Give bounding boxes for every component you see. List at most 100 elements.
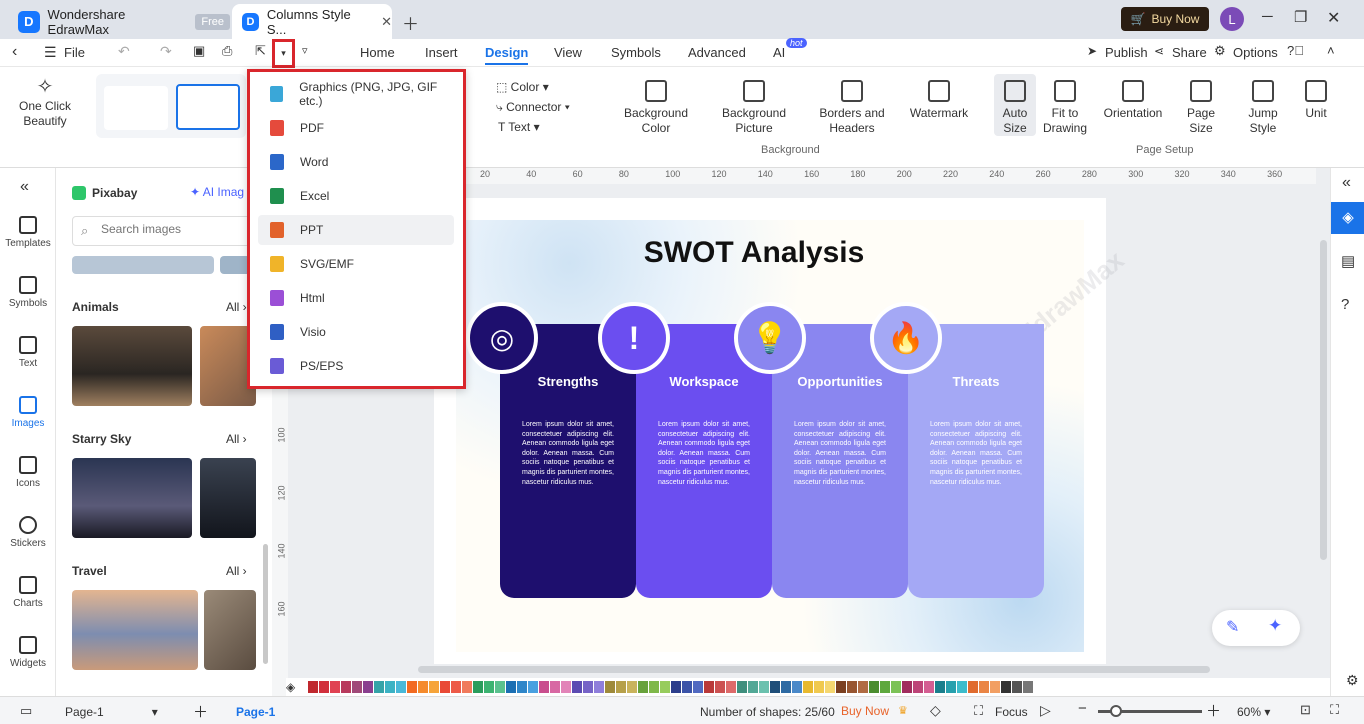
- color-swatch[interactable]: [440, 681, 450, 693]
- color-swatch[interactable]: [748, 681, 758, 693]
- buy-now-button[interactable]: 🛒 Buy Now: [1121, 7, 1209, 31]
- color-swatch[interactable]: [495, 681, 505, 693]
- color-swatch[interactable]: [616, 681, 626, 693]
- color-swatch[interactable]: [726, 681, 736, 693]
- document-tab[interactable]: D Columns Style S... ✕: [232, 4, 392, 39]
- new-tab-icon[interactable]: ＋: [402, 10, 419, 35]
- search-input[interactable]: [101, 222, 251, 236]
- color-swatch[interactable]: [374, 681, 384, 693]
- page-select[interactable]: Page-1 ▾: [65, 705, 158, 719]
- beautify-style-2[interactable]: [176, 84, 240, 130]
- color-swatch[interactable]: [671, 681, 681, 693]
- color-swatch[interactable]: [308, 681, 318, 693]
- color-swatch[interactable]: [968, 681, 978, 693]
- horizontal-scrollbar[interactable]: [418, 666, 1210, 673]
- save-icon[interactable]: ▣: [193, 43, 205, 59]
- rail-charts[interactable]: Charts: [0, 576, 56, 609]
- color-swatch[interactable]: [550, 681, 560, 693]
- see-all-travel[interactable]: All ›: [226, 564, 247, 578]
- lightbulb-icon[interactable]: 💡: [734, 302, 806, 374]
- color-swatch[interactable]: [396, 681, 406, 693]
- color-swatch[interactable]: [979, 681, 989, 693]
- image-thumbnail[interactable]: [72, 326, 192, 406]
- zoom-out-icon[interactable]: −: [1078, 700, 1087, 717]
- rail-symbols[interactable]: Symbols: [0, 276, 56, 309]
- print-icon[interactable]: ⎙: [222, 43, 232, 59]
- color-swatch[interactable]: [319, 681, 329, 693]
- watermark-button[interactable]: Watermark: [906, 80, 972, 121]
- export-icon[interactable]: ⇱: [255, 43, 266, 59]
- see-all-animals[interactable]: All ›: [226, 300, 247, 314]
- color-swatch[interactable]: [1012, 681, 1022, 693]
- minimize-icon[interactable]: ─: [1262, 8, 1273, 25]
- app-tab[interactable]: D Wondershare EdrawMax Free: [8, 4, 230, 39]
- menu-item-excel[interactable]: Excel: [258, 181, 454, 211]
- unit-button[interactable]: Unit: [1300, 80, 1332, 121]
- page-size-button[interactable]: Page Size: [1180, 80, 1222, 136]
- back-icon[interactable]: ‹: [12, 43, 17, 61]
- tab-advanced[interactable]: Advanced: [688, 45, 746, 60]
- color-swatch[interactable]: [935, 681, 945, 693]
- color-swatch[interactable]: [1001, 681, 1011, 693]
- exclamation-icon[interactable]: !: [598, 302, 670, 374]
- color-swatch[interactable]: [1023, 681, 1033, 693]
- panel-toggle-icon[interactable]: ▭: [20, 703, 32, 719]
- palette-settings-icon[interactable]: ⚙: [1346, 672, 1359, 689]
- color-swatch[interactable]: [528, 681, 538, 693]
- color-swatch[interactable]: [913, 681, 923, 693]
- help-icon[interactable]: ?⃝: [1287, 43, 1304, 58]
- see-all-starry-sky[interactable]: All ›: [226, 432, 247, 446]
- color-swatch[interactable]: [451, 681, 461, 693]
- layers-icon[interactable]: ◇: [930, 702, 941, 719]
- menu-item-visio[interactable]: Visio: [258, 317, 454, 347]
- color-swatch[interactable]: [737, 681, 747, 693]
- options-button[interactable]: Options: [1233, 45, 1278, 60]
- color-swatch[interactable]: [539, 681, 549, 693]
- color-swatch[interactable]: [759, 681, 769, 693]
- color-swatch[interactable]: [880, 681, 890, 693]
- color-swatch[interactable]: [330, 681, 340, 693]
- quick-access-more-icon[interactable]: ▿: [302, 44, 308, 57]
- background-picture-button[interactable]: Background Picture: [718, 80, 790, 136]
- zoom-slider-handle[interactable]: [1110, 705, 1122, 717]
- file-menu[interactable]: File: [64, 45, 85, 60]
- focus-button[interactable]: Focus: [995, 705, 1028, 719]
- menu-item-html[interactable]: Html: [258, 283, 454, 313]
- beautify-style-1[interactable]: [104, 86, 168, 130]
- menu-item-graphics[interactable]: Graphics (PNG, JPG, GIF etc.): [258, 79, 454, 109]
- fit-page-icon[interactable]: ⊡: [1300, 702, 1311, 718]
- rail-images[interactable]: Images: [0, 396, 56, 429]
- color-swatch[interactable]: [990, 681, 1000, 693]
- zoom-level[interactable]: 60% ▾: [1237, 705, 1270, 719]
- color-swatch[interactable]: [715, 681, 725, 693]
- color-swatch[interactable]: [352, 681, 362, 693]
- color-swatch[interactable]: [770, 681, 780, 693]
- close-tab-icon[interactable]: ✕: [381, 14, 392, 30]
- tab-view[interactable]: View: [554, 45, 582, 60]
- menu-item-svg-emf[interactable]: SVG/EMF: [258, 249, 454, 279]
- background-color-button[interactable]: Background Color: [620, 80, 692, 136]
- color-swatch[interactable]: [594, 681, 604, 693]
- color-swatch[interactable]: [825, 681, 835, 693]
- connector-button[interactable]: ⤷ Connector ▾: [496, 100, 570, 115]
- borders-headers-button[interactable]: Borders and Headers: [816, 80, 888, 136]
- tab-page-1[interactable]: Page-1: [236, 705, 275, 719]
- menu-item-ppt[interactable]: PPT: [258, 215, 454, 245]
- color-swatch[interactable]: [363, 681, 373, 693]
- color-swatch[interactable]: [517, 681, 527, 693]
- vertical-scrollbar[interactable]: [1320, 240, 1327, 560]
- color-swatch[interactable]: [836, 681, 846, 693]
- image-thumbnail[interactable]: [72, 590, 198, 670]
- focus-icon[interactable]: ⛶: [974, 703, 983, 719]
- color-swatch[interactable]: [627, 681, 637, 693]
- color-swatch[interactable]: [847, 681, 857, 693]
- color-swatch[interactable]: [693, 681, 703, 693]
- zoom-in-icon[interactable]: ＋: [1206, 700, 1221, 721]
- orientation-button[interactable]: Orientation: [1100, 80, 1166, 121]
- rail-widgets[interactable]: Widgets: [0, 636, 56, 669]
- fill-panel-icon[interactable]: ◈: [1331, 202, 1364, 234]
- ai-sparkle-icon[interactable]: ✦: [1268, 616, 1282, 636]
- menu-item-word[interactable]: Word: [258, 147, 454, 177]
- jump-style-button[interactable]: Jump Style: [1240, 80, 1286, 136]
- ai-image-button[interactable]: ✦ AI Imag: [190, 185, 244, 199]
